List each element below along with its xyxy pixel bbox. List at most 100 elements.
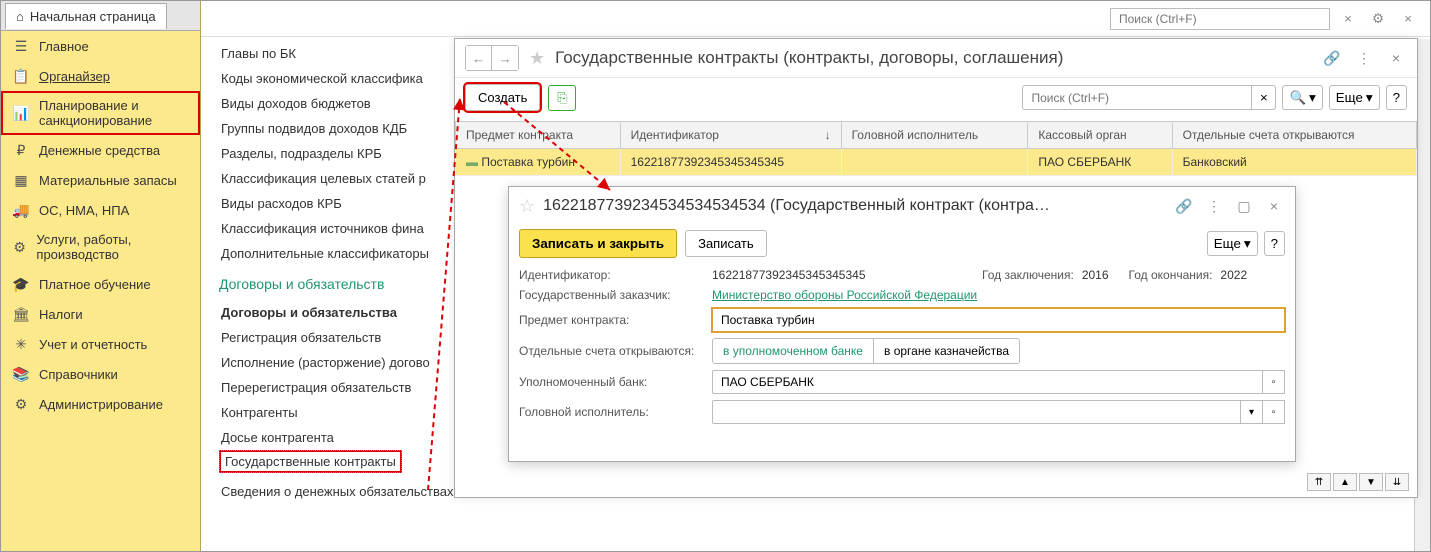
detail-window-title: 1622187739234534534534534 (Государственн… bbox=[543, 197, 1165, 215]
sidebar-item-materials[interactable]: ▦ Материальные запасы bbox=[1, 165, 200, 195]
home-tab[interactable]: ⌂ Начальная страница bbox=[5, 3, 167, 29]
seg-bank-option[interactable]: в уполномоченном банке bbox=[713, 339, 873, 363]
close-window-button[interactable]: × bbox=[1385, 47, 1407, 69]
subnav-item[interactable]: Коды экономической классифика bbox=[219, 66, 449, 91]
detail-help-button[interactable]: ? bbox=[1264, 231, 1285, 256]
subnav-item[interactable]: Дополнительные классификаторы bbox=[219, 241, 449, 266]
detail-more-button[interactable]: Еще ▾ bbox=[1207, 231, 1258, 256]
table-row[interactable]: ▬ Поставка турбин 1622187739234534534534… bbox=[456, 149, 1417, 176]
link-icon[interactable]: 🔗 bbox=[1321, 47, 1343, 69]
subnav-item[interactable]: Разделы, подразделы КРБ bbox=[219, 141, 449, 166]
truck-icon: 🚚 bbox=[13, 202, 29, 218]
books-icon: 📚 bbox=[13, 366, 29, 382]
star-icon: ✳ bbox=[13, 336, 29, 352]
subnav-counterparties[interactable]: Контрагенты bbox=[219, 400, 449, 425]
sidebar-item-taxes[interactable]: 🏛 Налоги bbox=[1, 299, 200, 329]
subnav-registration[interactable]: Регистрация обязательств bbox=[219, 325, 449, 350]
sidebar-item-label: Налоги bbox=[39, 307, 83, 322]
col-accounts[interactable]: Отдельные счета открываются bbox=[1172, 122, 1416, 149]
create-button[interactable]: Создать bbox=[465, 84, 540, 111]
save-button[interactable]: Записать bbox=[685, 230, 767, 257]
subnav-obligations-info[interactable]: Сведения о денежных обязательствах bbox=[219, 479, 449, 504]
sidebar-item-label: Учет и отчетность bbox=[39, 337, 147, 352]
help-button[interactable]: ? bbox=[1386, 85, 1407, 110]
search-clear-button[interactable]: × bbox=[1336, 7, 1360, 31]
copy-button[interactable]: ⎘ bbox=[548, 85, 576, 111]
sidebar-item-label: Планирование и санкционирование bbox=[39, 98, 188, 128]
sidebar-item-edu[interactable]: 🎓 Платное обучение bbox=[1, 269, 200, 299]
scroll-bottom-button[interactable]: ⇊ bbox=[1385, 473, 1409, 491]
subnav-reregistration[interactable]: Перерегистрация обязательств bbox=[219, 375, 449, 400]
subnav-item[interactable]: Классификация источников фина bbox=[219, 216, 449, 241]
scroll-up-button[interactable]: ▲ bbox=[1333, 473, 1357, 491]
section-close-button[interactable]: × bbox=[1396, 7, 1420, 31]
accounts-label: Отдельные счета открываются: bbox=[519, 344, 704, 358]
subnav-execution[interactable]: Исполнение (расторжение) догово bbox=[219, 350, 449, 375]
subnav-bk-chapters[interactable]: Главы по БК bbox=[219, 41, 449, 66]
global-search-input[interactable] bbox=[1110, 8, 1330, 30]
bank-open-button[interactable]: ▫ bbox=[1263, 370, 1285, 394]
currency-icon: ₽ bbox=[13, 142, 29, 158]
subnav-item[interactable]: Классификация целевых статей р bbox=[219, 166, 449, 191]
subnav-item[interactable]: Виды расходов КРБ bbox=[219, 191, 449, 216]
search-dropdown-button[interactable]: 🔍▾ bbox=[1282, 85, 1322, 110]
customer-link[interactable]: Министерство обороны Российской Федераци… bbox=[712, 288, 977, 302]
col-executor[interactable]: Головной исполнитель bbox=[841, 122, 1028, 149]
hamburger-icon: ☰ bbox=[13, 38, 29, 54]
sidebar-item-planning[interactable]: 📊 Планирование и санкционирование bbox=[1, 91, 200, 135]
sidebar-item-label: Органайзер bbox=[39, 69, 110, 84]
nav-forward-button[interactable]: → bbox=[492, 46, 518, 70]
year-start-value: 2016 bbox=[1082, 268, 1109, 282]
subnav-contracts[interactable]: Договоры и обязательства bbox=[219, 300, 449, 325]
accounts-segment: в уполномоченном банке в органе казначей… bbox=[712, 338, 1020, 364]
sidebar-item-label: ОС, НМА, НПА bbox=[39, 203, 129, 218]
subnav-item[interactable]: Виды доходов бюджетов bbox=[219, 91, 449, 116]
subject-label: Предмет контракта: bbox=[519, 313, 704, 327]
save-close-button[interactable]: Записать и закрыть bbox=[519, 229, 677, 258]
scroll-down-button[interactable]: ▼ bbox=[1359, 473, 1383, 491]
subject-input[interactable] bbox=[712, 308, 1285, 332]
settings-button[interactable]: ⚙ bbox=[1366, 7, 1390, 31]
sidebar-item-admin[interactable]: ⚙ Администрирование bbox=[1, 389, 200, 419]
sidebar-item-references[interactable]: 📚 Справочники bbox=[1, 359, 200, 389]
sidebar-item-label: Администрирование bbox=[39, 397, 163, 412]
col-id[interactable]: Идентификатор ↓ bbox=[620, 122, 841, 149]
executor-input[interactable] bbox=[712, 400, 1241, 424]
clear-search-button[interactable]: × bbox=[1252, 85, 1276, 110]
graduation-icon: 🎓 bbox=[13, 276, 29, 292]
col-organ[interactable]: Кассовый орган bbox=[1028, 122, 1172, 149]
detail-more-icon[interactable]: ⋮ bbox=[1203, 195, 1225, 217]
more-button[interactable]: Еще ▾ bbox=[1329, 85, 1380, 110]
grid-icon: ▦ bbox=[13, 172, 29, 188]
sidebar-item-os[interactable]: 🚚 ОС, НМА, НПА bbox=[1, 195, 200, 225]
more-options-icon[interactable]: ⋮ bbox=[1353, 47, 1375, 69]
sidebar-item-label: Денежные средства bbox=[39, 143, 160, 158]
executor-dropdown-button[interactable]: ▾ bbox=[1241, 400, 1263, 424]
seg-treasury-option[interactable]: в органе казначейства bbox=[873, 339, 1019, 363]
executor-open-button[interactable]: ▫ bbox=[1263, 400, 1285, 424]
clipboard-icon: 📋 bbox=[13, 68, 29, 84]
list-search-input[interactable] bbox=[1022, 85, 1252, 110]
detail-maximize-icon[interactable]: ▢ bbox=[1233, 195, 1255, 217]
sidebar-item-main[interactable]: ☰ Главное bbox=[1, 31, 200, 61]
col-subject[interactable]: Предмет контракта bbox=[456, 122, 621, 149]
detail-link-icon[interactable]: 🔗 bbox=[1173, 195, 1195, 217]
nav-back-button[interactable]: ← bbox=[466, 46, 492, 70]
id-value: 16221877392345345345345 bbox=[712, 268, 962, 282]
sidebar-item-label: Услуги, работы, производство bbox=[36, 232, 188, 262]
year-start-label: Год заключения: bbox=[982, 268, 1074, 282]
customer-label: Государственный заказчик: bbox=[519, 288, 704, 302]
subnav-dossier[interactable]: Досье контрагента bbox=[219, 425, 449, 450]
favorite-star-icon[interactable]: ★ bbox=[529, 48, 545, 69]
home-tab-label: Начальная страница bbox=[30, 9, 156, 24]
sidebar-item-money[interactable]: ₽ Денежные средства bbox=[1, 135, 200, 165]
subnav-item[interactable]: Группы подвидов доходов КДБ bbox=[219, 116, 449, 141]
sidebar-item-services[interactable]: ⚙ Услуги, работы, производство bbox=[1, 225, 200, 269]
scroll-top-button[interactable]: ⇈ bbox=[1307, 473, 1331, 491]
subnav-state-contracts[interactable]: Государственные контракты bbox=[219, 450, 402, 473]
sidebar-item-accounting[interactable]: ✳ Учет и отчетность bbox=[1, 329, 200, 359]
detail-close-button[interactable]: × bbox=[1263, 195, 1285, 217]
bank-input[interactable] bbox=[712, 370, 1263, 394]
detail-favorite-icon[interactable]: ☆ bbox=[519, 196, 535, 217]
sidebar-item-organizer[interactable]: 📋 Органайзер bbox=[1, 61, 200, 91]
